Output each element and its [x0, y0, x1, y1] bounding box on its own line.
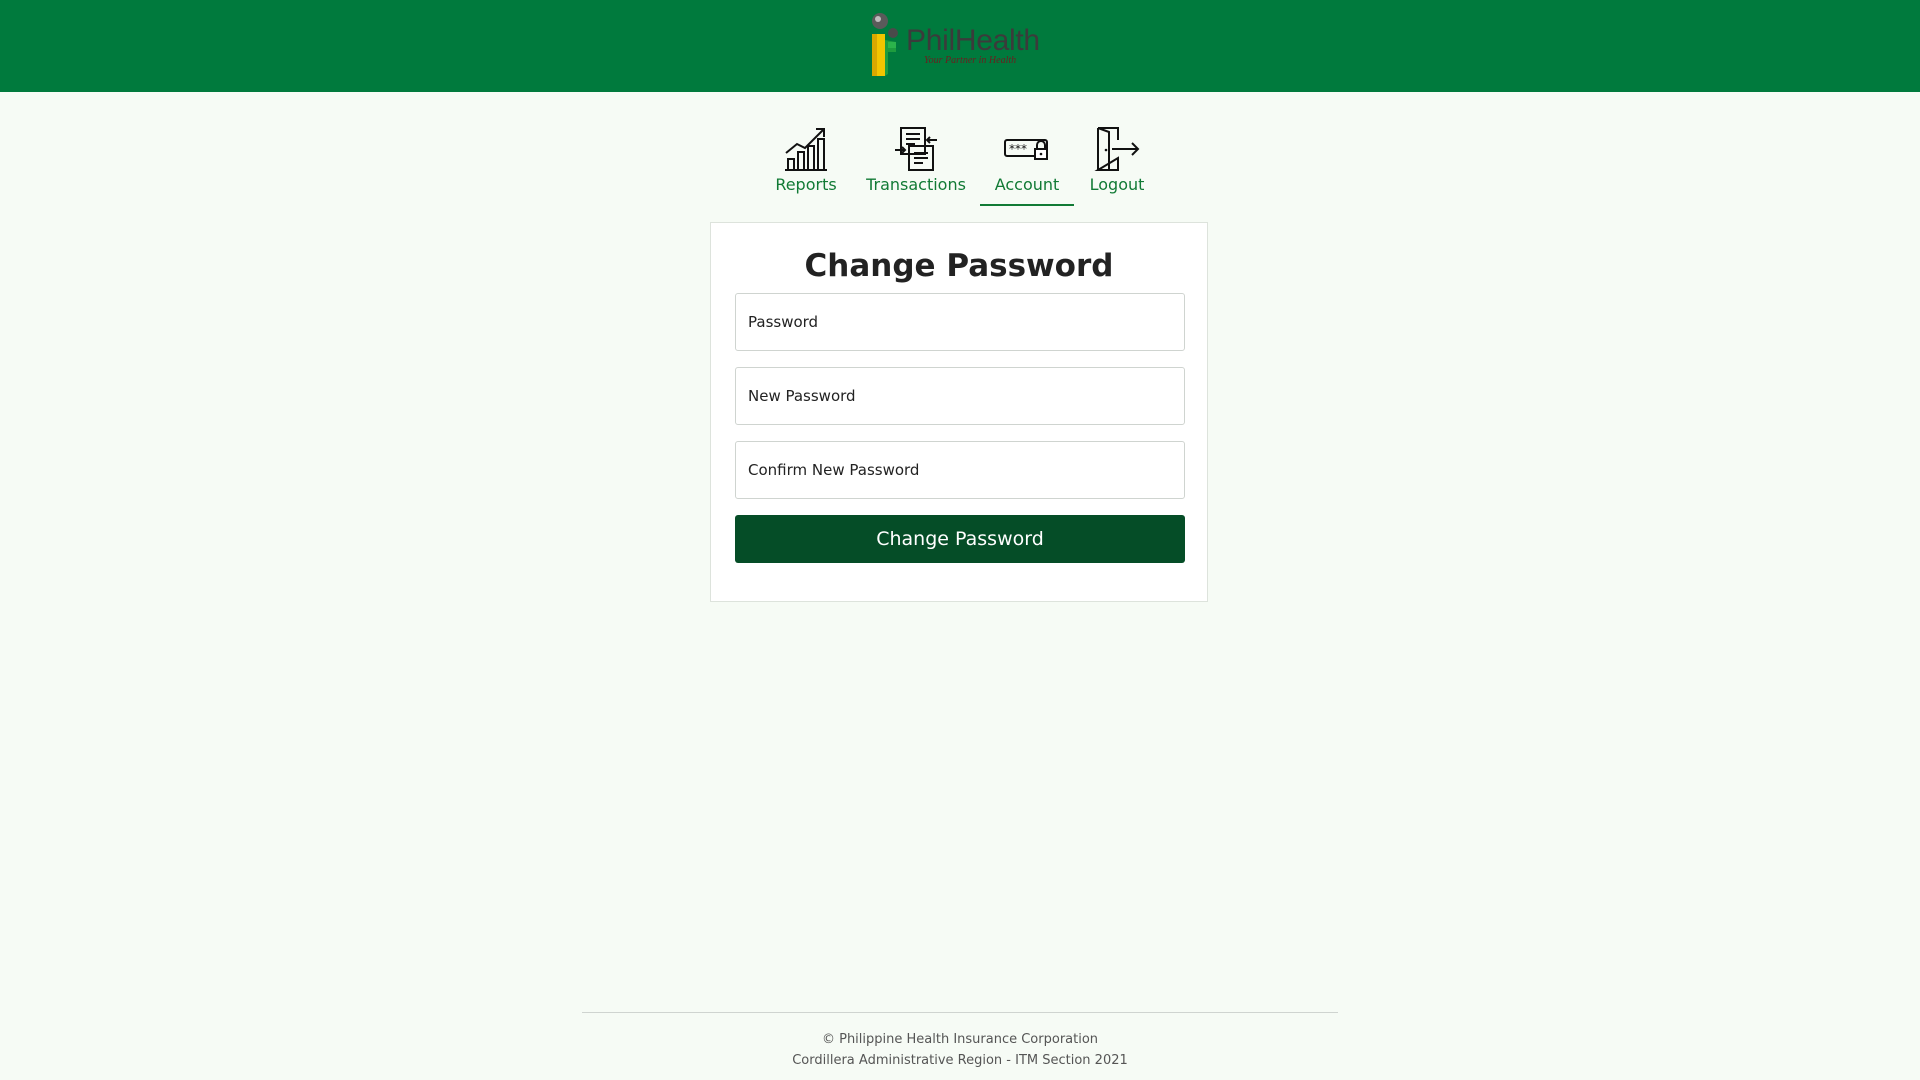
nav-item-logout[interactable]: Logout: [1086, 120, 1148, 206]
nav-label-account: Account: [994, 175, 1060, 194]
current-password-input[interactable]: [735, 293, 1185, 351]
nav-item-reports[interactable]: Reports: [772, 120, 840, 206]
nav-item-account[interactable]: *** Account: [980, 120, 1074, 206]
change-password-card: Change Password Change Password: [710, 222, 1208, 602]
main-nav: Reports Transactions *** Account Logout: [0, 120, 1920, 210]
password-lock-icon: ***: [1004, 139, 1048, 160]
new-password-input[interactable]: [735, 367, 1185, 425]
page-footer: © Philippine Health Insurance Corporatio…: [582, 1012, 1338, 1071]
philhealth-logo[interactable]: PhilHealth Your Partner in Health: [868, 12, 1058, 82]
brand-name: PhilHealth: [906, 24, 1040, 57]
change-password-button[interactable]: Change Password: [735, 515, 1185, 563]
nav-item-transactions[interactable]: Transactions: [864, 120, 968, 206]
svg-text:***: ***: [1009, 142, 1027, 156]
documents-transfer-icon: [895, 127, 937, 171]
door-exit-icon: [1094, 127, 1140, 171]
confirm-password-input[interactable]: [735, 441, 1185, 499]
philhealth-figure-icon: [872, 13, 898, 76]
form-title: Change Password: [804, 248, 1114, 284]
bar-chart-trend-icon: [785, 128, 827, 171]
nav-label-reports: Reports: [775, 175, 837, 194]
footer-copyright: © Philippine Health Insurance Corporatio…: [821, 1032, 1099, 1047]
nav-label-transactions: Transactions: [866, 175, 966, 194]
top-header: PhilHealth Your Partner in Health: [0, 0, 1920, 92]
footer-section: Cordillera Administrative Region - ITM S…: [792, 1053, 1128, 1068]
nav-label-logout: Logout: [1089, 175, 1145, 194]
brand-tagline: Your Partner in Health: [924, 55, 1017, 66]
